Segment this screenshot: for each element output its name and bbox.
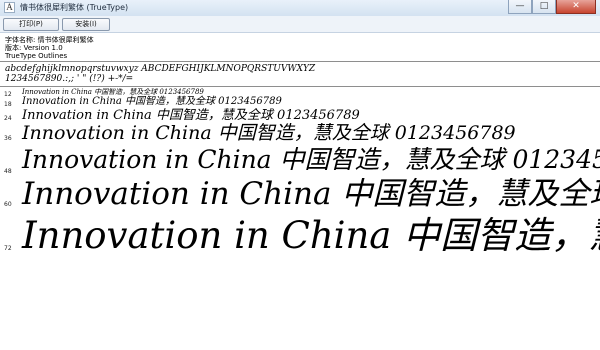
font-file-icon: A: [4, 2, 15, 13]
install-button[interactable]: 安装(I): [62, 18, 110, 31]
font-name-line: 字体名称: 情书体很犀利繁体: [5, 36, 94, 44]
sample-size-label: 36: [4, 135, 12, 142]
divider: [0, 86, 600, 87]
toolbar: 打印(P) 安装(I): [0, 16, 600, 33]
sample-size-label: 24: [4, 115, 12, 122]
print-button[interactable]: 打印(P): [3, 18, 59, 31]
window-title: 情书体很犀利繁体 (TrueType): [20, 3, 129, 12]
sample-size-label: 48: [4, 168, 12, 175]
maximize-button[interactable]: □: [532, 0, 556, 14]
title-bar: A 情书体很犀利繁体 (TrueType) — □ ✕: [0, 0, 600, 17]
sample-size-label: 18: [4, 101, 12, 108]
sample-size-label: 72: [4, 245, 12, 252]
window-controls: — □ ✕: [508, 0, 596, 14]
sample-text-48: Innovation in China 中国智造，慧及全球 0123456789: [22, 145, 600, 174]
sample-size-label: 12: [4, 91, 12, 98]
sample-text-36: Innovation in China 中国智造，慧及全球 0123456789: [22, 122, 516, 144]
divider: [0, 61, 600, 62]
font-type-line: TrueType Outlines: [5, 52, 68, 60]
charset-letters: abcdefghijklmnopqrstuvwxyz ABCDEFGHIJKLM…: [5, 64, 316, 74]
sample-text-60: Innovation in China 中国智造，慧及全球 0123456789: [22, 176, 600, 212]
sample-text-18: Innovation in China 中国智造，慧及全球 0123456789: [22, 96, 282, 107]
sample-size-label: 60: [4, 201, 12, 208]
charset-digits-symbols: 1234567890.:,; ' " (!?) +-*/=: [5, 74, 134, 84]
close-button[interactable]: ✕: [556, 0, 596, 14]
font-version-line: 版本: Version 1.0: [5, 44, 63, 52]
minimize-button[interactable]: —: [508, 0, 532, 14]
font-preview-pane: 字体名称: 情书体很犀利繁体 版本: Version 1.0 TrueType …: [0, 33, 600, 350]
sample-text-72: Innovation in China 中国智造，慧及全球 0123456789: [22, 214, 600, 257]
